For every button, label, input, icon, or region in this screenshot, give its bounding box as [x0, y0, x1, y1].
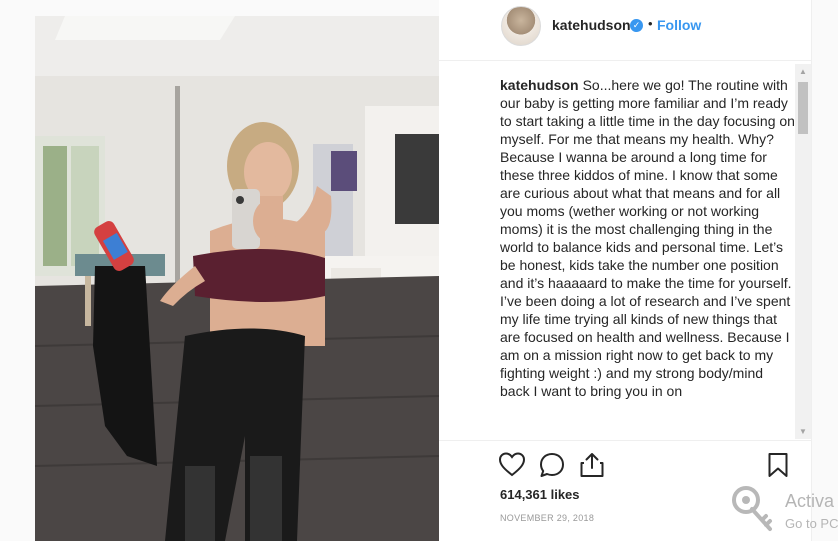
follow-button[interactable]: Follow	[657, 17, 701, 33]
post-date[interactable]: NOVEMBER 29, 2018	[500, 513, 594, 523]
post-photo[interactable]	[35, 16, 439, 541]
post-details-panel: katehudson ✓ • Follow katehudson So...her…	[439, 0, 812, 541]
activation-subtitle: Go to PC	[785, 516, 838, 531]
mirror-selfie-image	[35, 16, 439, 541]
username-link[interactable]: katehudson	[552, 17, 631, 33]
scroll-down-arrow-icon[interactable]: ▼	[795, 424, 811, 439]
likes-count[interactable]: 614,361 likes	[500, 487, 580, 502]
caption-text: So...here we go! The routine with our ba…	[500, 77, 795, 399]
activation-title: Activa	[785, 491, 835, 511]
caption-username[interactable]: katehudson	[500, 77, 579, 93]
caption-scrollbar[interactable]: ▲ ▼	[795, 64, 811, 439]
heart-icon[interactable]	[498, 451, 526, 479]
caption-scroll-area[interactable]: katehudson So...here we go! The routine w…	[500, 76, 795, 438]
instagram-post-page: katehudson ✓ • Follow katehudson So...her…	[0, 0, 838, 541]
separator-dot: •	[648, 16, 653, 31]
scroll-up-arrow-icon[interactable]: ▲	[795, 64, 811, 79]
windows-activation-watermark: Activa Go to PC	[730, 482, 838, 541]
post-header: katehudson ✓ • Follow	[439, 0, 811, 61]
avatar[interactable]	[501, 6, 541, 46]
share-icon[interactable]	[578, 451, 606, 479]
scrollbar-thumb[interactable]	[798, 82, 808, 134]
bookmark-icon[interactable]	[764, 451, 792, 479]
verified-badge-icon: ✓	[630, 19, 643, 32]
key-icon	[730, 484, 776, 534]
comment-bubble-icon[interactable]	[538, 451, 566, 479]
caption: katehudson So...here we go! The routine w…	[500, 76, 795, 400]
